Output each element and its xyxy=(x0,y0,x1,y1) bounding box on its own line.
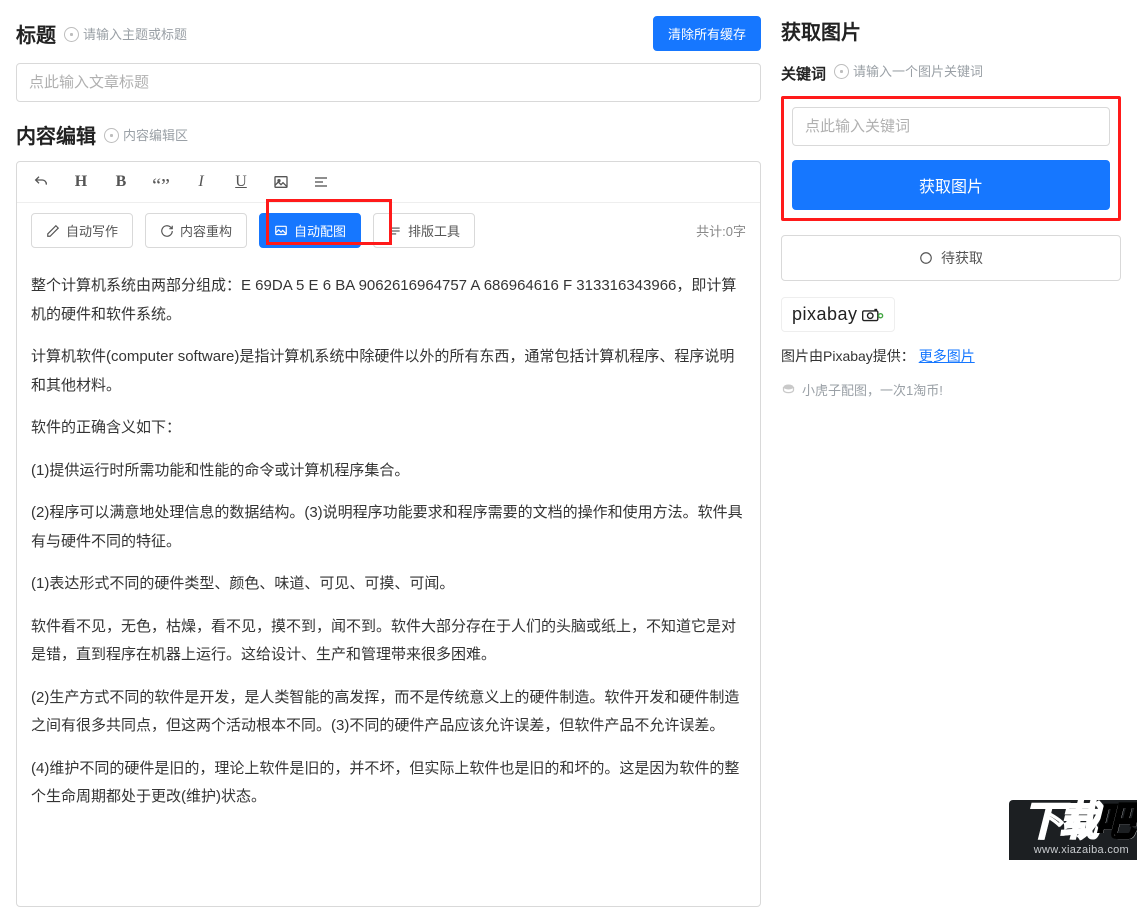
content-label: 内容编辑 xyxy=(16,120,96,149)
align-left-icon[interactable] xyxy=(311,172,331,192)
cost-note-text: 小虎子配图，一次1淘币! xyxy=(802,380,943,399)
title-section-header: 标题 请输入主题或标题 清除所有缓存 xyxy=(16,16,761,51)
heading-icon[interactable]: H xyxy=(71,172,91,192)
camera-icon xyxy=(862,308,884,322)
editor-paragraph: (1)表达形式不同的硬件类型、颜色、味道、可见、可摸、可闻。 xyxy=(31,570,746,599)
title-hint: 请输入主题或标题 xyxy=(64,27,187,42)
layout-tool-button[interactable]: 排版工具 xyxy=(373,213,475,248)
editor-toolbar-formatting: H B “” I U xyxy=(17,162,760,203)
keyword-input[interactable] xyxy=(792,107,1110,146)
keyword-label: 关键词 xyxy=(781,63,826,84)
provider-line: 图片由Pixabay提供： 更多图片 xyxy=(781,346,1121,366)
article-title-input[interactable] xyxy=(16,63,761,102)
fetch-status-label: 待获取 xyxy=(941,248,983,268)
fetch-image-button[interactable]: 获取图片 xyxy=(792,160,1110,210)
clear-cache-button[interactable]: 清除所有缓存 xyxy=(653,16,761,51)
fetch-status: 待获取 xyxy=(781,235,1121,281)
more-images-link[interactable]: 更多图片 xyxy=(919,348,975,364)
undo-icon[interactable] xyxy=(31,172,51,192)
provider-prefix: 图片由Pixabay提供： xyxy=(781,348,915,364)
sidebar-title: 获取图片 xyxy=(781,16,1121,45)
restructure-button[interactable]: 内容重构 xyxy=(145,213,247,248)
editor-container: H B “” I U 自动写作 xyxy=(16,161,761,907)
italic-icon[interactable]: I xyxy=(191,172,211,192)
keyword-hint: 请输入一个图片关键词 xyxy=(834,64,983,79)
editor-paragraph: (2)程序可以满意地处理信息的数据结构。(3)说明程序功能要求和程序需要的文档的… xyxy=(31,499,746,556)
pixabay-logo: pixabay xyxy=(781,297,895,332)
content-section-header: 内容编辑 内容编辑区 xyxy=(16,120,761,149)
editor-paragraph: 整个计算机系统由两部分组成：E 69DA 5 E 6 BA 9062616964… xyxy=(31,272,746,329)
word-count: 共计:0字 xyxy=(696,221,746,240)
layout-tool-label: 排版工具 xyxy=(408,221,460,240)
fetch-image-box: 获取图片 xyxy=(781,96,1121,221)
editor-paragraph: 计算机软件(computer software)是指计算机系统中除硬件以外的所有… xyxy=(31,343,746,400)
keyword-header: 关键词 请输入一个图片关键词 xyxy=(781,63,1121,84)
editor-paragraph: (4)维护不同的硬件是旧的，理论上软件是旧的，并不坏，但实际上软件也是旧的和坏的… xyxy=(31,755,746,812)
underline-icon[interactable]: U xyxy=(231,172,251,192)
title-label: 标题 xyxy=(16,19,56,48)
editor-paragraph: 软件的正确含义如下： xyxy=(31,414,746,443)
quote-icon[interactable]: “” xyxy=(151,176,171,196)
content-hint: 内容编辑区 xyxy=(104,128,188,143)
editor-paragraph: (1)提供运行时所需功能和性能的命令或计算机程序集合。 xyxy=(31,457,746,486)
editor-paragraph: 软件看不见，无色，枯燥，看不见，摸不到，闻不到。软件大部分存在于人们的头脑或纸上… xyxy=(31,613,746,670)
cost-note: 小虎子配图，一次1淘币! xyxy=(781,380,1121,399)
auto-write-button[interactable]: 自动写作 xyxy=(31,213,133,248)
coin-icon xyxy=(781,382,796,397)
restructure-label: 内容重构 xyxy=(180,221,232,240)
image-icon[interactable] xyxy=(271,172,291,192)
editor-paragraph: (2)生产方式不同的软件是开发，是人类智能的高发挥，而不是传统意义上的硬件制造。… xyxy=(31,684,746,741)
auto-write-label: 自动写作 xyxy=(66,221,118,240)
editor-content-area[interactable]: 整个计算机系统由两部分组成：E 69DA 5 E 6 BA 9062616964… xyxy=(17,258,760,906)
auto-image-label: 自动配图 xyxy=(294,221,346,240)
bold-icon[interactable]: B xyxy=(111,172,131,192)
editor-toolbar-actions: 自动写作 内容重构 自动配图 排版工具 xyxy=(17,203,760,258)
auto-image-button[interactable]: 自动配图 xyxy=(259,213,361,248)
